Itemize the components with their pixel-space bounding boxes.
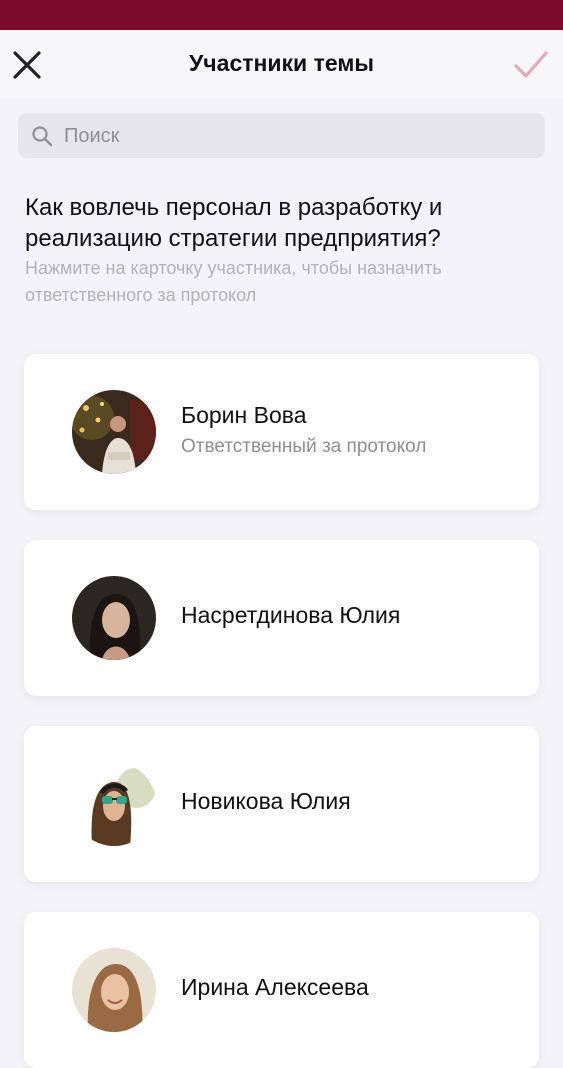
participant-name: Новикова Юлия — [181, 788, 351, 814]
search-input[interactable] — [62, 113, 536, 160]
participant-card[interactable]: Борин Вова Ответственный за протокол — [24, 354, 539, 510]
participant-card[interactable]: Новикова Юлия — [24, 726, 539, 882]
participant-name: Насретдинова Юлия — [181, 602, 401, 628]
status-bar — [0, 0, 563, 30]
checkmark-icon — [514, 51, 548, 78]
topic-title: Как вовлечь персонал в разработку и реал… — [25, 194, 443, 252]
avatar — [72, 576, 156, 660]
avatar — [72, 762, 156, 846]
participant-name: Ирина Алексеева — [181, 974, 369, 1000]
avatar — [72, 948, 156, 1032]
participant-card[interactable]: Насретдинова Юлия — [24, 540, 539, 696]
search-bar[interactable] — [18, 113, 545, 160]
participant-card[interactable]: Ирина Алексеева — [24, 912, 539, 1068]
search-icon — [32, 126, 53, 147]
avatar — [72, 390, 156, 474]
participant-role: Ответственный за протокол — [181, 436, 427, 457]
topic-hint: Нажмите на карточку участника, чтобы наз… — [25, 258, 442, 305]
confirm-button[interactable] — [512, 48, 550, 82]
page-title: Участники темы — [189, 50, 374, 76]
navigation-bar: Участники темы — [0, 30, 563, 98]
participant-name: Борин Вова — [181, 402, 307, 428]
